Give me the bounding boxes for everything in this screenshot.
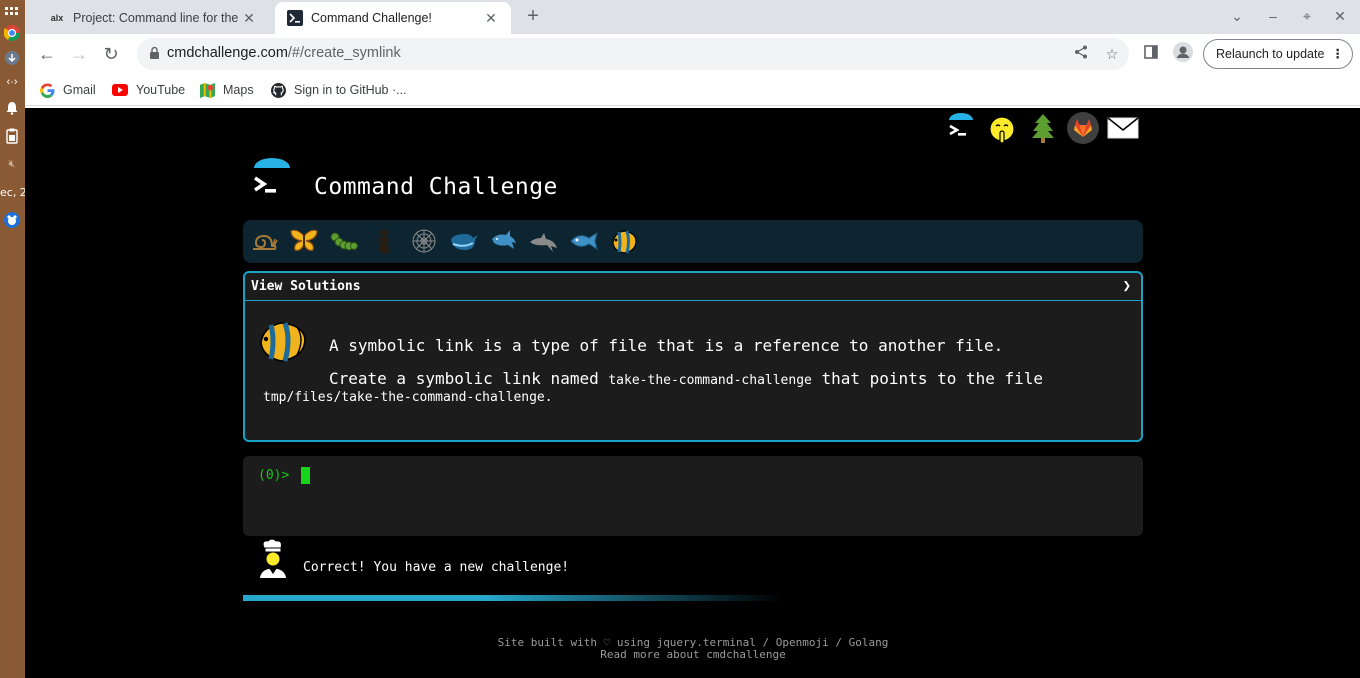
- task-suffix: that points to the file: [811, 369, 1044, 388]
- side-panel-icon[interactable]: [1139, 42, 1163, 66]
- task-prefix: Create a symbolic link named: [329, 369, 609, 388]
- reload-icon[interactable]: ↻: [99, 42, 123, 66]
- butterfly-icon[interactable]: [289, 226, 319, 256]
- shark-icon[interactable]: [489, 226, 519, 256]
- cook-icon: [258, 538, 288, 583]
- page-title: Command Challenge: [314, 174, 558, 200]
- app-icon[interactable]: [4, 212, 20, 228]
- symlink-name-code: take-the-command-challenge: [608, 373, 812, 388]
- whale-icon[interactable]: [449, 226, 479, 256]
- bookmarks-bar: Gmail YouTube Maps Sign in to GitHub ·..…: [25, 74, 1360, 106]
- page-content: Command Challenge View Solutions ❯ A sym…: [25, 108, 1360, 678]
- bell-icon[interactable]: [4, 100, 20, 116]
- back-icon[interactable]: ←: [35, 42, 59, 66]
- bookmark-label: YouTube: [136, 83, 186, 97]
- close-tab-icon[interactable]: ✕: [483, 10, 499, 26]
- profile-avatar-icon[interactable]: [1171, 42, 1195, 66]
- new-tab-icon[interactable]: +: [521, 5, 545, 29]
- footer: Site built with ♡ using jquery.terminal …: [243, 637, 1143, 661]
- maximize-icon[interactable]: ⌖: [1297, 6, 1317, 26]
- envelope-icon[interactable]: [1107, 112, 1139, 144]
- dolphin-icon[interactable]: [529, 226, 559, 256]
- browser-toolbar: ← → ↻ cmdchallenge.com/#/create_symlink …: [25, 34, 1360, 74]
- forward-icon[interactable]: →: [67, 42, 91, 66]
- volume-muted-icon[interactable]: 🔇︎: [4, 156, 20, 172]
- tab-command-challenge[interactable]: Command Challenge! ✕: [275, 2, 511, 34]
- read-more-link[interactable]: Read more about cmdchallenge: [243, 649, 1143, 661]
- url-path: /#/create_symlink: [287, 45, 401, 61]
- cmd-logo-icon[interactable]: [250, 158, 294, 202]
- close-window-icon[interactable]: ✕: [1330, 6, 1350, 26]
- bookmark-github[interactable]: Sign in to GitHub ·...: [270, 81, 407, 99]
- view-solutions-toggle[interactable]: View Solutions ❯: [245, 273, 1141, 301]
- chrome-icon[interactable]: [4, 25, 20, 41]
- tropical-fish-icon: [260, 322, 306, 362]
- bookmark-label: Gmail: [63, 83, 96, 97]
- fish-icon[interactable]: [569, 226, 599, 256]
- tab-project-command-line[interactable]: alx Project: Command line for the ✕: [37, 2, 269, 34]
- tree-icon[interactable]: [1027, 112, 1059, 144]
- shushing-face-icon[interactable]: [986, 114, 1018, 146]
- snail-icon[interactable]: [249, 226, 279, 256]
- caterpillar-icon[interactable]: [329, 226, 359, 256]
- clipboard-icon[interactable]: [4, 128, 20, 144]
- challenge-description: A symbolic link is a type of file that i…: [329, 336, 1004, 355]
- menu-kebab-icon[interactable]: ⋮: [1332, 40, 1345, 68]
- challenge-task: Create a symbolic link named take-the-co…: [329, 369, 1043, 388]
- terminal-favicon-icon: [287, 10, 303, 26]
- bookmark-gmail[interactable]: Gmail: [39, 81, 96, 99]
- browser-window: alx Project: Command line for the ✕ Comm…: [25, 0, 1360, 108]
- os-side-panel: ‹·› 🔇︎ ec, 2: [0, 0, 25, 678]
- download-icon[interactable]: [4, 50, 20, 66]
- bookmark-star-icon[interactable]: ☆: [1102, 44, 1122, 64]
- code-icon[interactable]: ‹·›: [4, 74, 20, 90]
- youtube-icon: [112, 82, 128, 98]
- tab-title: Project: Command line for the: [73, 11, 239, 25]
- target-file-path: tmp/files/take-the-command-challenge.: [263, 390, 553, 405]
- bookmark-youtube[interactable]: YouTube: [112, 81, 185, 99]
- terminal[interactable]: (0)>: [243, 456, 1143, 536]
- url-host: cmdchallenge.com: [167, 45, 288, 61]
- level-progress-bar: [243, 595, 783, 601]
- share-icon[interactable]: [1071, 44, 1091, 64]
- google-icon: [39, 82, 55, 98]
- terminal-prompt: (0)>: [258, 468, 290, 483]
- cmd-logo-icon[interactable]: [945, 112, 977, 144]
- feedback-text: Correct! You have a new challenge!: [303, 560, 570, 575]
- bookmark-label: Sign in to GitHub ·...: [294, 83, 407, 97]
- tab-title: Command Challenge!: [311, 11, 432, 25]
- bookmark-label: Maps: [223, 83, 254, 97]
- tropical-fish-icon[interactable]: [609, 226, 639, 256]
- lock-icon[interactable]: [149, 46, 163, 62]
- challenge-progress-bar: [243, 220, 1143, 263]
- challenge-panel: View Solutions ❯ A symbolic link is a ty…: [243, 271, 1143, 442]
- chevron-right-icon[interactable]: ❯: [1123, 278, 1131, 294]
- tab-search-chevron-icon[interactable]: ⌄: [1227, 6, 1247, 26]
- github-icon: [270, 82, 286, 98]
- tab-strip: alx Project: Command line for the ✕ Comm…: [25, 0, 1360, 34]
- view-solutions-label: View Solutions: [251, 279, 361, 294]
- apps-grid-icon[interactable]: [4, 4, 20, 20]
- terminal-cursor[interactable]: [301, 467, 310, 484]
- relaunch-to-update-button[interactable]: Relaunch to update ⋮: [1203, 39, 1353, 69]
- bookmark-maps[interactable]: Maps: [199, 81, 254, 99]
- maps-icon: [199, 82, 215, 98]
- close-tab-icon[interactable]: ✕: [241, 10, 257, 26]
- minimize-icon[interactable]: –: [1263, 6, 1283, 26]
- address-bar[interactable]: cmdchallenge.com/#/create_symlink ☆: [137, 38, 1129, 70]
- url-text[interactable]: cmdchallenge.com/#/create_symlink: [167, 45, 401, 61]
- gitlab-icon[interactable]: [1067, 112, 1099, 144]
- ant-icon[interactable]: [369, 226, 399, 256]
- relaunch-label: Relaunch to update: [1216, 47, 1325, 61]
- alx-favicon-icon: alx: [50, 13, 64, 23]
- os-clock: ec, 2: [0, 186, 25, 199]
- spider-web-icon[interactable]: [409, 226, 439, 256]
